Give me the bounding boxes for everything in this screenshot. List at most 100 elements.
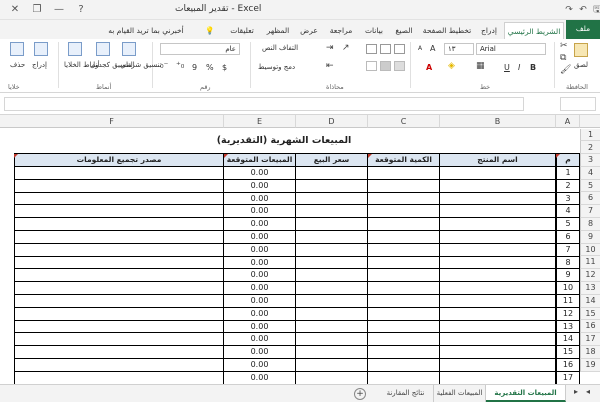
source-cell[interactable] <box>14 295 224 308</box>
tell-me-box[interactable]: أخبرني بما تريد القيام به <box>92 22 200 39</box>
qty-cell[interactable] <box>368 320 440 334</box>
product-cell[interactable] <box>440 333 556 347</box>
row-number-cell[interactable]: 12 <box>556 307 580 321</box>
italic-button[interactable]: I <box>518 63 520 72</box>
tab-file[interactable]: ملف <box>566 20 600 39</box>
indent-icon[interactable]: ⇥ <box>326 43 334 53</box>
sales-cell[interactable]: 0.00 <box>224 192 296 206</box>
sales-cell[interactable]: 0.00 <box>224 359 296 372</box>
sales-cell[interactable]: 0.00 <box>224 346 296 359</box>
row-number-cell[interactable]: 1 <box>556 167 580 180</box>
tab-review[interactable]: مراجعة <box>324 22 358 39</box>
redo-icon[interactable]: ↷ <box>562 3 576 17</box>
row-header[interactable]: 14 <box>580 294 600 308</box>
price-cell[interactable] <box>296 371 368 384</box>
price-cell[interactable] <box>296 359 368 372</box>
minimize-icon[interactable]: — <box>50 2 68 18</box>
qty-cell[interactable] <box>368 205 440 219</box>
row-header[interactable]: 2 <box>580 141 600 154</box>
header-cell-price[interactable]: سعر البيع <box>296 153 368 167</box>
formula-input[interactable] <box>4 97 524 111</box>
sales-cell[interactable]: 0.00 <box>224 371 296 384</box>
outdent-icon[interactable]: ⇤ <box>326 61 334 71</box>
row-header[interactable]: 15 <box>580 307 600 321</box>
price-cell[interactable] <box>296 333 368 347</box>
sales-cell[interactable]: 0.00 <box>224 282 296 295</box>
column-header[interactable]: D <box>296 115 368 128</box>
price-cell[interactable] <box>296 243 368 257</box>
source-cell[interactable] <box>14 179 224 193</box>
column-header[interactable]: C <box>368 115 440 128</box>
sales-cell[interactable]: 0.00 <box>224 320 296 334</box>
product-cell[interactable] <box>440 359 556 372</box>
align-left-icon[interactable] <box>366 61 377 71</box>
tab-home[interactable]: الشريط الرئيسي <box>504 22 564 39</box>
comma-button[interactable]: 9 <box>192 63 197 72</box>
underline-button[interactable]: U <box>504 63 510 72</box>
sheet-tab-estimated[interactable]: المبيعات التقديرية <box>486 385 566 402</box>
format-table-icon[interactable] <box>96 42 110 56</box>
currency-button[interactable]: $ <box>222 63 227 72</box>
source-cell[interactable] <box>14 269 224 283</box>
tab-view[interactable]: عرض <box>296 22 322 39</box>
align-middle-icon[interactable] <box>380 44 391 54</box>
product-cell[interactable] <box>440 243 556 257</box>
row-number-cell[interactable]: 7 <box>556 243 580 257</box>
orientation-icon[interactable]: ↗ <box>342 43 350 53</box>
insert-cells-button[interactable]: إدراج <box>32 61 47 69</box>
product-cell[interactable] <box>440 307 556 321</box>
header-cell-source[interactable]: مصدر تجميع المعلومات <box>14 153 224 167</box>
source-cell[interactable] <box>14 333 224 347</box>
row-number-cell[interactable]: 13 <box>556 320 580 334</box>
header-cell-qty[interactable]: الكمية المتوقعة <box>368 153 440 167</box>
source-cell[interactable] <box>14 205 224 219</box>
row-number-cell[interactable]: 3 <box>556 192 580 206</box>
row-header[interactable]: 9 <box>580 230 600 244</box>
source-cell[interactable] <box>14 307 224 321</box>
percent-button[interactable]: % <box>206 63 214 72</box>
row-number-cell[interactable]: 4 <box>556 205 580 219</box>
row-number-cell[interactable]: 9 <box>556 269 580 283</box>
row-number-cell[interactable]: 2 <box>556 179 580 193</box>
insert-cells-icon[interactable] <box>34 42 48 56</box>
product-cell[interactable] <box>440 346 556 359</box>
source-cell[interactable] <box>14 371 224 384</box>
sales-cell[interactable]: 0.00 <box>224 179 296 193</box>
row-header[interactable]: 19 <box>580 358 600 372</box>
sales-cell[interactable]: 0.00 <box>224 205 296 219</box>
price-cell[interactable] <box>296 256 368 270</box>
cell-styles-button[interactable]: أنماط الخلايا <box>64 61 100 69</box>
add-sheet-button[interactable]: + <box>354 388 366 400</box>
product-cell[interactable] <box>440 179 556 193</box>
save-icon[interactable]: 🖫 <box>590 3 600 17</box>
qty-cell[interactable] <box>368 333 440 347</box>
cell-styles-icon[interactable] <box>68 42 82 56</box>
qty-cell[interactable] <box>368 282 440 295</box>
product-cell[interactable] <box>440 192 556 206</box>
product-cell[interactable] <box>440 256 556 270</box>
row-header[interactable]: 11 <box>580 256 600 270</box>
delete-cells-button[interactable]: حذف <box>10 61 25 69</box>
align-right-icon[interactable] <box>394 61 405 71</box>
row-number-cell[interactable]: 5 <box>556 218 580 231</box>
product-cell[interactable] <box>440 282 556 295</box>
shrink-font-icon[interactable]: A <box>418 45 422 52</box>
price-cell[interactable] <box>296 320 368 334</box>
row-header[interactable]: 10 <box>580 243 600 257</box>
sheet-tab-actual[interactable]: المبيعات الفعلية <box>434 385 486 402</box>
tab-page-layout[interactable]: تخطيط الصفحة <box>420 22 474 39</box>
row-number-cell[interactable]: 11 <box>556 295 580 308</box>
sales-cell[interactable]: 0.00 <box>224 307 296 321</box>
sales-cell[interactable]: 0.00 <box>224 231 296 244</box>
font-color-button[interactable]: A <box>426 63 432 72</box>
column-header[interactable]: F <box>0 115 224 128</box>
fill-color-icon[interactable]: ◈ <box>448 61 455 71</box>
row-header[interactable]: 8 <box>580 218 600 231</box>
product-cell[interactable] <box>440 231 556 244</box>
align-bottom-icon[interactable] <box>366 44 377 54</box>
scroll-right-icon[interactable]: ▸ <box>574 387 578 396</box>
format-painter-icon[interactable]: 🖌 <box>560 65 571 75</box>
row-header[interactable]: 17 <box>580 333 600 346</box>
column-header[interactable]: B <box>440 115 556 128</box>
paste-button[interactable]: لصق <box>574 61 588 69</box>
